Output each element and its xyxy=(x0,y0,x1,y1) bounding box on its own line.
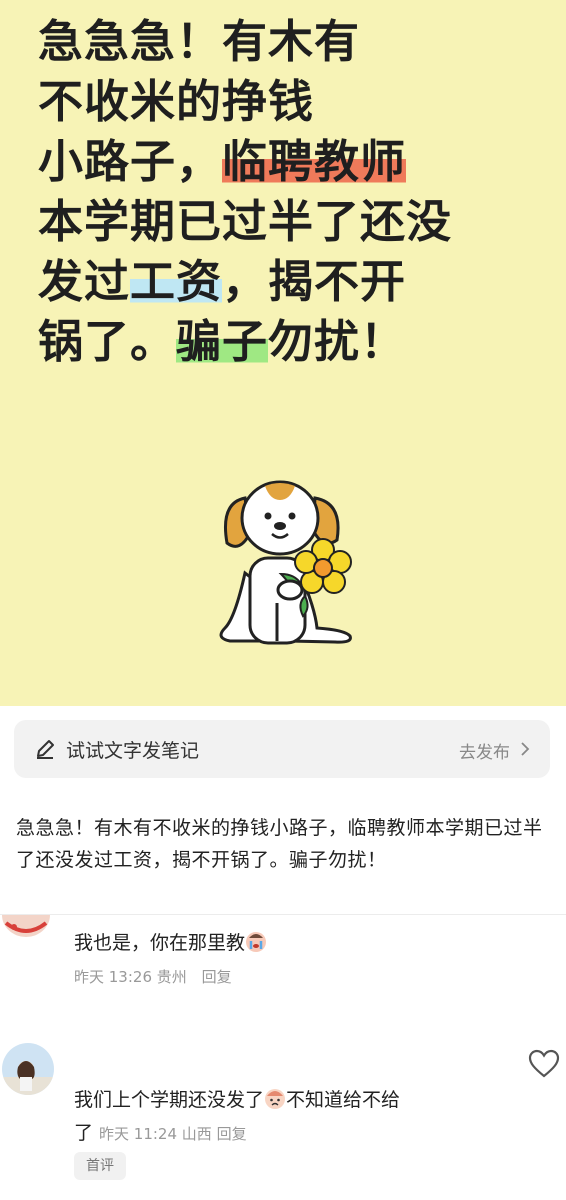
highlight-temp-teacher: 临聘教师 xyxy=(222,135,407,188)
poster-headline: 急急急！有木有 不收米的挣钱 小路子，临聘教师 本学期已过半了还没 发过工资，揭… xyxy=(38,12,548,372)
comment-2-text-part3: 了 xyxy=(74,1122,94,1144)
avatar-image xyxy=(2,915,50,937)
comment-2-text-part2: 不知道给不给 xyxy=(286,1089,401,1111)
headline-line-4: 本学期已过半了还没 xyxy=(38,195,453,248)
comment-text: 我也是，你在那里教 xyxy=(74,928,267,955)
divider xyxy=(0,914,566,915)
comment-2-text-part1: 我们上个学期还没发了 xyxy=(74,1089,265,1111)
first-comment-badge: 首评 xyxy=(74,1152,126,1180)
comment-1-text: 我也是，你在那里教 xyxy=(74,932,246,954)
headline-line-5-pre: 发过 xyxy=(38,255,131,308)
headline-line-3: 小路子，临聘教师 xyxy=(38,132,548,192)
pen-icon xyxy=(37,740,54,759)
headline-line-5-post: ，揭不开 xyxy=(222,255,407,308)
headline-line-3-text: 小路子， xyxy=(38,135,223,188)
avatar[interactable] xyxy=(2,1043,54,1095)
headline-line-1: 急急急！有木有 xyxy=(38,15,361,68)
comment-text: 我们上个学期还没发了 不知道给不给 了昨天 11:24 山西 回复 xyxy=(74,1084,524,1151)
comment-meta: 昨天 13:26 贵州 回复 xyxy=(74,966,232,987)
note-bar-label: 试试文字发笔记 xyxy=(66,740,200,762)
headline-line-6-pre: 锅了。 xyxy=(38,315,177,368)
reply-button[interactable]: 回复 xyxy=(202,968,232,986)
avatar[interactable] xyxy=(0,915,52,941)
comment-time: 昨天 13:26 xyxy=(74,968,152,986)
crying-face-emoji xyxy=(246,932,267,952)
comment-location: 山西 xyxy=(181,1125,212,1143)
headline-line-5: 发过工资，揭不开 xyxy=(38,252,548,312)
headline-line-2: 不收米的挣钱 xyxy=(38,75,315,128)
comment-meta: 昨天 11:24 山西 回复 xyxy=(99,1125,247,1143)
highlight-scammer: 骗子 xyxy=(176,315,269,368)
highlight-salary: 工资 xyxy=(130,255,223,308)
post-caption: 急急急！有木有不收米的挣钱小路子，临聘教师本学期已过半了还没发过工资，揭不开锅了… xyxy=(16,817,543,871)
comment-location: 贵州 xyxy=(156,968,187,986)
reply-button[interactable]: 回复 xyxy=(217,1125,247,1143)
publish-link[interactable]: 去发布 xyxy=(459,738,510,763)
poster-image: 急急急！有木有 不收米的挣钱 小路子，临聘教师 本学期已过半了还没 发过工资，揭… xyxy=(0,0,566,706)
text-note-bar[interactable]: 试试文字发笔记 去发布 xyxy=(14,720,550,778)
avatar-image xyxy=(2,1043,54,1095)
sad-face-emoji xyxy=(265,1089,286,1109)
headline-line-6-post: 勿扰！ xyxy=(268,315,407,368)
dog-sunflower-icon xyxy=(219,480,352,645)
heart-icon[interactable] xyxy=(528,1049,560,1079)
chevron-right-icon[interactable] xyxy=(520,741,530,757)
headline-line-6: 锅了。骗子勿扰！ xyxy=(38,312,548,372)
comment-time: 昨天 11:24 xyxy=(99,1125,178,1143)
